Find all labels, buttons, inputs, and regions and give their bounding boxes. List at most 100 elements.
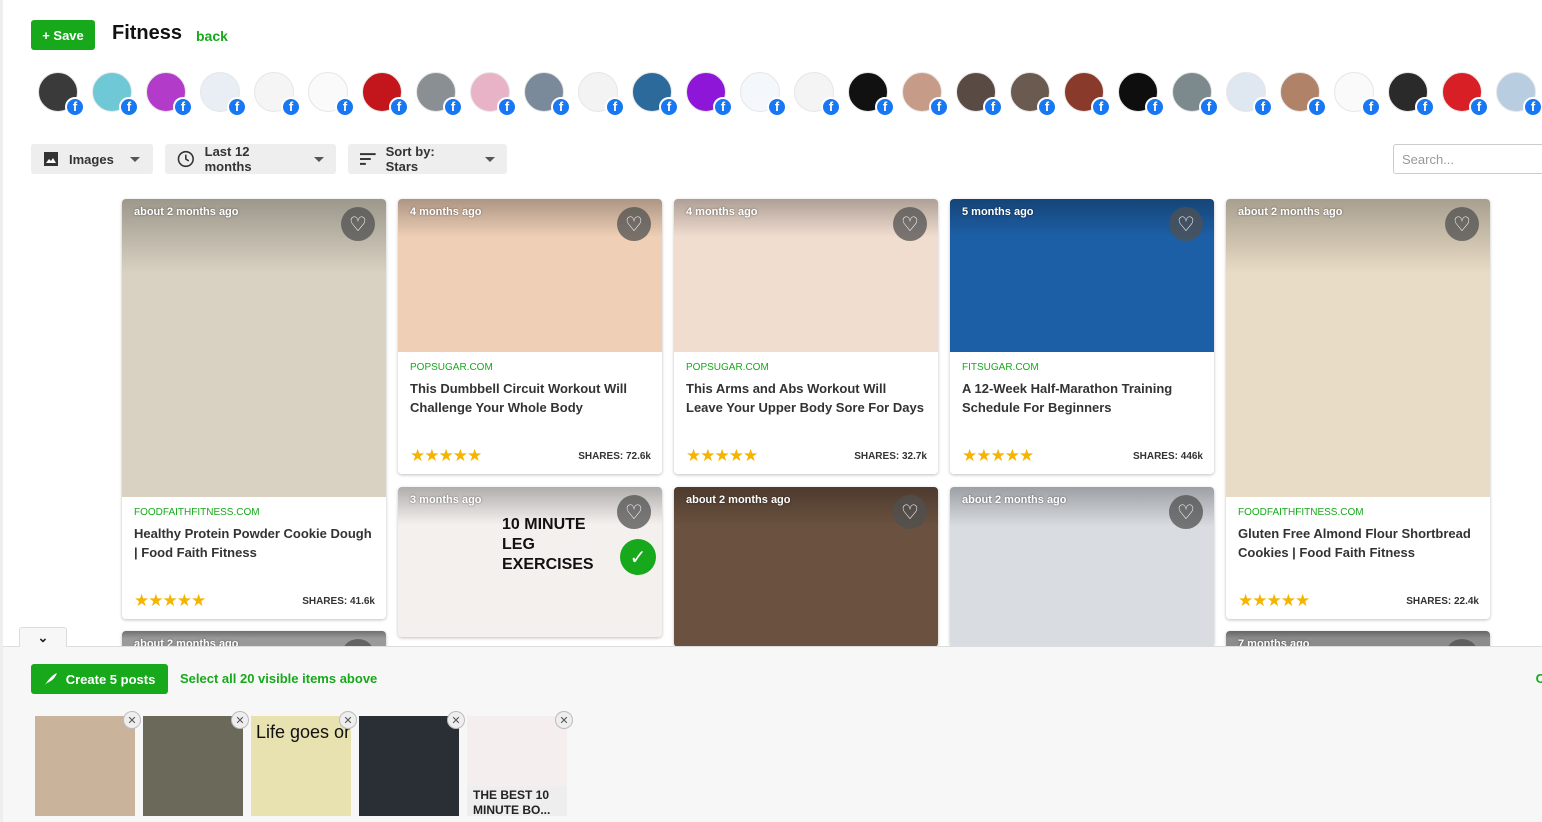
favorite-heart-icon[interactable]: ♡ [893, 207, 927, 241]
selected-thumbnail[interactable]: Life goes on...✕ [251, 711, 357, 816]
card-image[interactable]: about 2 months ago ♡ [950, 487, 1214, 647]
account-avatar[interactable]: f [632, 72, 679, 117]
sort-dropdown[interactable]: Sort by: Stars [348, 144, 507, 174]
card-image[interactable]: 4 months ago ♡ [398, 199, 662, 352]
account-avatar[interactable]: f [146, 72, 193, 117]
facebook-icon: f [227, 97, 247, 117]
selected-thumbnail[interactable]: THE BEST 10 MINUTE BO... ✕ [467, 711, 573, 816]
favorite-heart-icon[interactable]: ♡ [1445, 207, 1479, 241]
account-avatar[interactable]: f [92, 72, 139, 117]
card-image[interactable]: about 2 months ago ♡ [122, 199, 386, 497]
article-title[interactable]: Healthy Protein Powder Cookie Dough | Fo… [134, 524, 374, 562]
select-all-link[interactable]: Select all 20 visible items above [180, 671, 377, 686]
remove-icon[interactable]: ✕ [231, 711, 249, 729]
card-image[interactable]: 5 months ago ♡ [950, 199, 1214, 352]
account-avatar[interactable]: f [1496, 72, 1542, 117]
card-image[interactable]: 3 months ago ♡ 10 MINUTE LEG EXERCISES ✓ [398, 487, 662, 637]
remove-icon[interactable]: ✕ [447, 711, 465, 729]
account-avatar[interactable]: f [956, 72, 1003, 117]
time-range-dropdown[interactable]: Last 12 months [165, 144, 336, 174]
facebook-icon: f [983, 97, 1003, 117]
content-card[interactable]: about 2 months ago ♡ FOODFAITHFITNESS.COM G… [1226, 199, 1490, 619]
remove-icon[interactable]: ✕ [339, 711, 357, 729]
account-avatar[interactable]: f [1064, 72, 1111, 117]
facebook-icon: f [875, 97, 895, 117]
content-card[interactable]: about 2 months ago ♡ FOODFAITHFITNESS.COM H… [122, 199, 386, 619]
favorite-heart-icon[interactable]: ♡ [1169, 495, 1203, 529]
search-input[interactable] [1393, 144, 1542, 174]
source-domain[interactable]: POPSUGAR.COM [686, 362, 926, 373]
content-card[interactable]: 4 months ago ♡ POPSUGAR.COM This Arms and A… [674, 199, 938, 474]
card-image[interactable]: about 2 months ago ♡ [1226, 199, 1490, 497]
account-avatar[interactable]: f [794, 72, 841, 117]
account-avatar[interactable]: f [1388, 72, 1435, 117]
content-card[interactable]: about 2 months ago ♡ [950, 487, 1214, 647]
selected-thumbnail[interactable]: ✕ [35, 711, 141, 816]
source-domain[interactable]: FOODFAITHFITNESS.COM [134, 507, 374, 518]
image-icon [44, 152, 58, 166]
selected-thumbnail[interactable]: ✕ [143, 711, 249, 816]
article-title[interactable]: Gluten Free Almond Flour Shortbread Cook… [1238, 524, 1478, 562]
post-composer-panel: Create 5 posts Select all 20 visible ite… [3, 646, 1542, 822]
card-image[interactable]: about 2 months ago ♡ [674, 487, 938, 647]
account-avatar[interactable]: f [416, 72, 463, 117]
remove-icon[interactable]: ✕ [123, 711, 141, 729]
account-avatar[interactable]: f [254, 72, 301, 117]
content-card[interactable]: 4 months ago ♡ POPSUGAR.COM This Dumbbell C… [398, 199, 662, 474]
content-type-dropdown[interactable]: Images [31, 144, 153, 174]
favorite-heart-icon[interactable]: ♡ [1169, 207, 1203, 241]
account-avatar[interactable]: f [1280, 72, 1327, 117]
share-count: SHARES: 446k [1132, 450, 1203, 462]
facebook-icon: f [821, 97, 841, 117]
account-avatar[interactable]: f [200, 72, 247, 117]
article-title[interactable]: This Dumbbell Circuit Workout Will Chall… [410, 379, 650, 417]
article-title[interactable]: This Arms and Abs Workout Will Leave You… [686, 379, 926, 417]
account-avatar[interactable]: f [1226, 72, 1273, 117]
favorite-heart-icon[interactable]: ♡ [617, 495, 651, 529]
account-avatar[interactable]: f [1172, 72, 1219, 117]
account-avatar[interactable]: f [1442, 72, 1489, 117]
content-card[interactable]: 3 months ago ♡ 10 MINUTE LEG EXERCISES ✓ [398, 487, 662, 637]
account-avatar[interactable]: f [902, 72, 949, 117]
account-avatar[interactable]: f [362, 72, 409, 117]
card-image[interactable]: 4 months ago ♡ [674, 199, 938, 352]
card-body: POPSUGAR.COM This Arms and Abs Workout Wi… [674, 352, 938, 474]
caret-down-icon [485, 156, 495, 162]
page-title: Fitness [112, 22, 183, 44]
account-avatar[interactable]: f [1118, 72, 1165, 117]
selected-check-icon[interactable]: ✓ [620, 539, 656, 575]
facebook-icon: f [1361, 97, 1381, 117]
account-avatar[interactable]: f [1010, 72, 1057, 117]
account-avatar[interactable]: f [686, 72, 733, 117]
account-avatar[interactable]: f [1334, 72, 1381, 117]
save-button[interactable]: + Save [31, 20, 95, 50]
facebook-icon: f [1145, 97, 1165, 117]
account-avatar[interactable]: f [740, 72, 787, 117]
favorite-heart-icon[interactable]: ♡ [893, 495, 927, 529]
selected-thumbnail[interactable]: ✕ [359, 711, 465, 816]
card-body: FOODFAITHFITNESS.COM Gluten Free Almond F… [1226, 497, 1490, 619]
source-domain[interactable]: FOODFAITHFITNESS.COM [1238, 507, 1478, 518]
account-avatar[interactable]: f [578, 72, 625, 117]
account-avatar[interactable]: f [848, 72, 895, 117]
sort-label: Sort by: Stars [385, 144, 435, 174]
source-domain[interactable]: POPSUGAR.COM [410, 362, 650, 373]
account-avatar[interactable]: f [308, 72, 355, 117]
content-card[interactable]: about 2 months ago ♡ [674, 487, 938, 647]
collapse-panel-button[interactable]: ⌄ [19, 627, 67, 647]
favorite-heart-icon[interactable]: ♡ [341, 207, 375, 241]
clipped-link[interactable]: C [1536, 671, 1542, 686]
source-domain[interactable]: FITSUGAR.COM [962, 362, 1202, 373]
remove-icon[interactable]: ✕ [555, 711, 573, 729]
back-link[interactable]: back [196, 28, 228, 44]
card-footer: ★★★★★ SHARES: 41.6k [134, 591, 375, 611]
create-posts-button[interactable]: Create 5 posts [31, 664, 168, 694]
account-avatar[interactable]: f [38, 72, 85, 117]
account-avatar[interactable]: f [524, 72, 571, 117]
favorite-heart-icon[interactable]: ♡ [617, 207, 651, 241]
facebook-icon: f [1469, 97, 1489, 117]
account-avatar[interactable]: f [470, 72, 517, 117]
content-card[interactable]: 5 months ago ♡ FITSUGAR.COM A 12-Week Half-… [950, 199, 1214, 474]
thumbnail-caption: THE BEST 10 MINUTE BO... [467, 786, 567, 816]
article-title[interactable]: A 12-Week Half-Marathon Training Schedul… [962, 379, 1202, 417]
